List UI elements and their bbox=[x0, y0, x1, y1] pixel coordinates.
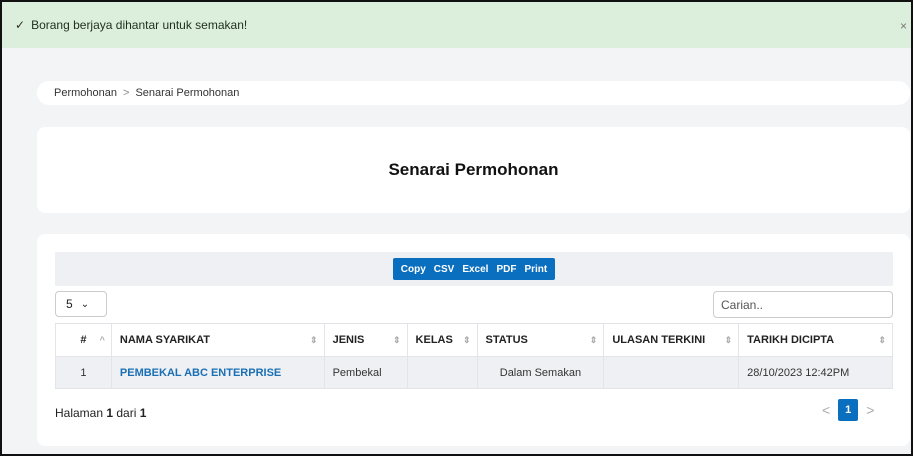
pdf-button[interactable]: PDF bbox=[492, 264, 520, 275]
pagination-info: Halaman 1 dari 1 bbox=[55, 406, 147, 420]
sort-icon: ⇕ bbox=[462, 335, 471, 345]
export-toolbar: Copy CSV Excel PDF Print bbox=[55, 252, 893, 286]
column-header-class[interactable]: KELAS ⇕ bbox=[406, 323, 478, 357]
company-link[interactable]: PEMBEKAL ABC ENTERPRISE bbox=[110, 356, 325, 389]
alert-message: Borang berjaya dihantar untuk semakan! bbox=[31, 18, 248, 32]
column-header-type[interactable]: JENIS ⇕ bbox=[323, 323, 408, 357]
breadcrumb-parent[interactable]: Permohonan bbox=[54, 87, 117, 99]
cell-number: 1 bbox=[55, 356, 112, 389]
excel-button[interactable]: Excel bbox=[458, 264, 492, 275]
sort-icon: ⇕ bbox=[589, 335, 598, 345]
cell-class bbox=[406, 356, 478, 389]
column-header-status[interactable]: STATUS ⇕ bbox=[476, 323, 605, 357]
chevron-left-icon[interactable]: < bbox=[822, 402, 830, 418]
sort-icon: ⇕ bbox=[724, 335, 733, 345]
success-alert: ✓ Borang berjaya dihantar untuk semakan!… bbox=[2, 2, 911, 48]
table-row: 1 PEMBEKAL ABC ENTERPRISE Pembekal Dalam… bbox=[55, 356, 893, 389]
cell-status: Dalam Semakan bbox=[476, 356, 605, 389]
page-length-select[interactable]: 5 ⌄ bbox=[55, 291, 107, 317]
column-header-number[interactable]: # ^ bbox=[55, 323, 112, 357]
check-icon: ✓ bbox=[15, 18, 26, 32]
page-title: Senarai Permohonan bbox=[388, 160, 559, 179]
cell-type: Pembekal bbox=[323, 356, 408, 389]
export-button-group: Copy CSV Excel PDF Print bbox=[392, 258, 556, 280]
table-card: Copy CSV Excel PDF Print 5 ⌄ # ^ NAMA SY… bbox=[37, 234, 910, 446]
breadcrumb-separator: > bbox=[123, 87, 130, 99]
chevron-down-icon: ⌄ bbox=[80, 298, 90, 310]
sort-icon: ⇕ bbox=[310, 335, 318, 345]
sort-icon: ^ bbox=[99, 335, 105, 345]
table-header-row: # ^ NAMA SYARIKAT ⇕ JENIS ⇕ KELAS ⇕ STAT… bbox=[55, 323, 893, 357]
cell-created-date: 28/10/2023 12:42PM bbox=[738, 356, 893, 389]
cell-latest-review bbox=[603, 356, 740, 389]
pagination: < 1 > bbox=[822, 399, 874, 421]
print-button[interactable]: Print bbox=[520, 264, 551, 275]
page-button-1[interactable]: 1 bbox=[838, 399, 859, 421]
column-header-latest-review[interactable]: ULASAN TERKINI ⇕ bbox=[603, 323, 740, 357]
search-input[interactable] bbox=[713, 291, 893, 318]
column-header-company[interactable]: NAMA SYARIKAT ⇕ bbox=[110, 323, 325, 357]
title-card: Senarai Permohonan bbox=[37, 127, 910, 213]
close-icon[interactable]: × bbox=[900, 19, 907, 33]
applications-table: # ^ NAMA SYARIKAT ⇕ JENIS ⇕ KELAS ⇕ STAT… bbox=[55, 323, 893, 389]
csv-button[interactable]: CSV bbox=[430, 264, 459, 275]
sort-icon: ⇕ bbox=[393, 335, 401, 345]
column-header-created-date[interactable]: TARIKH DICIPTA ⇕ bbox=[738, 323, 893, 357]
sort-icon: ⇕ bbox=[878, 335, 886, 345]
page-length-value: 5 bbox=[66, 297, 73, 311]
chevron-right-icon[interactable]: > bbox=[866, 402, 874, 418]
breadcrumb: Permohonan > Senarai Permohonan bbox=[37, 81, 910, 105]
copy-button[interactable]: Copy bbox=[397, 264, 430, 275]
breadcrumb-current: Senarai Permohonan bbox=[135, 87, 240, 99]
